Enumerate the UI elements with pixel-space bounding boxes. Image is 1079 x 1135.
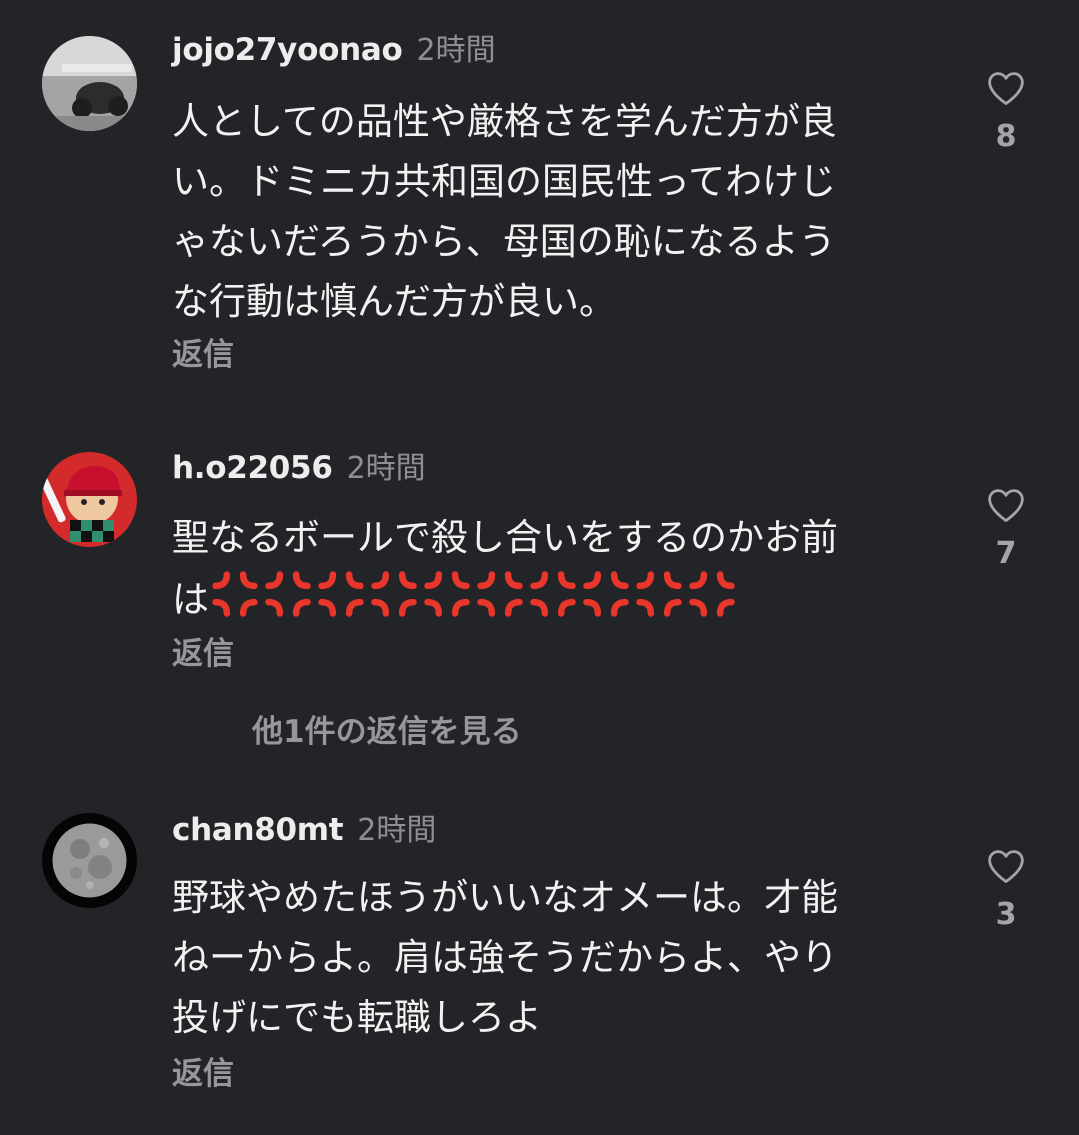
anger-symbol-icon xyxy=(265,571,311,617)
avatar[interactable] xyxy=(42,36,137,131)
anger-symbol-icon xyxy=(530,571,576,617)
comment-text-fragment: は xyxy=(172,578,209,621)
anger-symbol-icon xyxy=(689,571,735,617)
avatar[interactable] xyxy=(42,813,137,908)
anger-symbol-icon xyxy=(636,571,682,617)
view-more-replies-button[interactable]: 他1件の返信を見る xyxy=(252,712,522,752)
comment-text-line: 野球やめたほうがいいなオメーは。才能 xyxy=(172,876,838,919)
like-button[interactable]: 7 xyxy=(978,487,1034,571)
username[interactable]: jojo27yoonao xyxy=(172,32,403,68)
comment-text-line: ねーからよ。肩は強そうだからよ、やり xyxy=(172,936,838,979)
timestamp: 2時間 xyxy=(416,33,496,68)
mascot-avatar-icon xyxy=(42,452,137,547)
comment-text-line: な行動は慎んだ方が良い。 xyxy=(172,280,616,323)
comment-text-line: 投げにでも転職しろよ xyxy=(172,996,542,1039)
like-count: 7 xyxy=(995,536,1017,571)
comment-text-line: は xyxy=(172,568,932,628)
timestamp: 2時間 xyxy=(346,451,426,486)
comment-text: 野球やめたほうがいいなオメーは。才能 ねーからよ。肩は強そうだからよ、やり 投げ… xyxy=(172,868,932,1048)
anger-symbol-icon xyxy=(424,571,470,617)
anger-emoji-row xyxy=(209,571,739,621)
username[interactable]: h.o22056 xyxy=(172,450,333,486)
username[interactable]: chan80mt xyxy=(172,812,344,848)
comment-text-line: ゃないだろうから、母国の恥になるよう xyxy=(172,220,836,263)
heart-outline-icon xyxy=(988,850,1024,883)
timestamp: 2時間 xyxy=(357,813,437,848)
heart-outline-icon xyxy=(988,489,1024,522)
comment-meta: h.o22056 2時間 xyxy=(172,448,426,493)
like-button[interactable]: 8 xyxy=(978,70,1034,154)
reply-button[interactable]: 返信 xyxy=(172,1054,234,1094)
avatar-photo-icon xyxy=(42,36,137,131)
anger-symbol-icon xyxy=(318,571,364,617)
heart-outline-icon xyxy=(988,72,1024,105)
reply-button[interactable]: 返信 xyxy=(172,634,234,674)
like-count: 3 xyxy=(995,897,1017,932)
comment-text-line: い。ドミニカ共和国の国民性ってわけじ xyxy=(172,160,837,203)
anger-symbol-icon xyxy=(212,571,258,617)
comment-text-line: 人としての品性や厳格さを学んだ方が良 xyxy=(172,100,837,143)
avatar[interactable] xyxy=(42,452,137,547)
comment-text-line: 聖なるボールで殺し合いをするのかお前 xyxy=(172,516,838,559)
comment-meta: chan80mt 2時間 xyxy=(172,810,436,855)
like-count: 8 xyxy=(995,119,1017,154)
reply-button[interactable]: 返信 xyxy=(172,335,234,375)
comment-text: 人としての品性や厳格さを学んだ方が良 い。ドミニカ共和国の国民性ってわけじ ゃな… xyxy=(172,92,932,332)
moon-avatar-icon xyxy=(42,813,137,908)
comment-text: 聖なるボールで殺し合いをするのかお前 は xyxy=(172,508,932,628)
anger-symbol-icon xyxy=(583,571,629,617)
anger-symbol-icon xyxy=(477,571,523,617)
like-button[interactable]: 3 xyxy=(978,848,1034,932)
comment-meta: jojo27yoonao 2時間 xyxy=(172,30,496,75)
anger-symbol-icon xyxy=(371,571,417,617)
